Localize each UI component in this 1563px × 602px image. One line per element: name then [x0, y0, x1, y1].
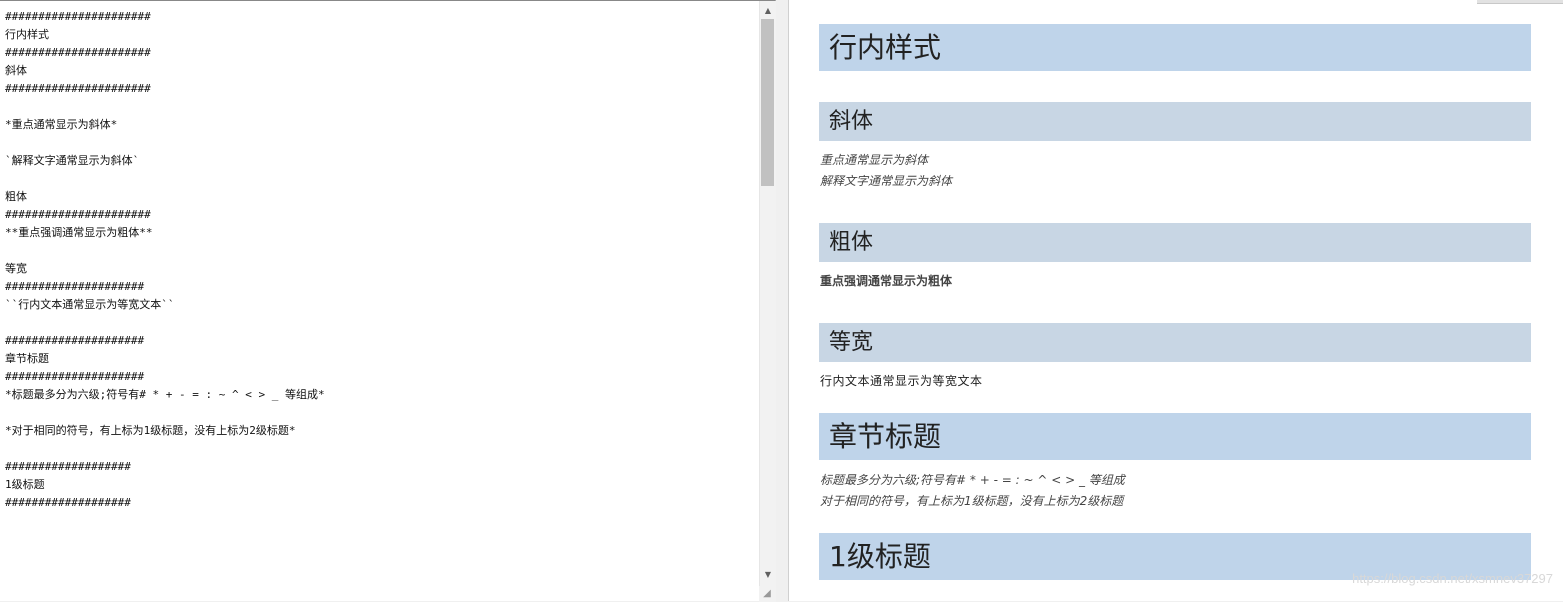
mono-paragraph: 行内文本通常显示为等宽文本	[820, 371, 983, 392]
editor-line[interactable]: 粗体	[5, 188, 755, 206]
editor-line[interactable]: *重点通常显示为斜体*	[5, 116, 755, 134]
heading-monospace: 等宽	[819, 323, 1531, 362]
editor-line[interactable]: 斜体	[5, 62, 755, 80]
italic-interpreted-text: 解释文字通常显示为斜体	[820, 174, 953, 188]
bold-paragraph: 重点强调通常显示为粗体	[820, 271, 952, 292]
editor-line[interactable]: ######################	[5, 206, 755, 224]
editor-line[interactable]	[5, 170, 755, 188]
heading-bold: 粗体	[819, 223, 1531, 262]
editor-line[interactable]: #####################	[5, 278, 755, 296]
scroll-down-icon[interactable]: ▼	[760, 567, 776, 583]
editor-line[interactable]: 等宽	[5, 260, 755, 278]
editor-line[interactable]: ######################	[5, 8, 755, 26]
editor-line[interactable]: *对于相同的符号，有上标为1级标题，没有上标为2级标题*	[5, 422, 755, 440]
editor-line[interactable]: 行内样式	[5, 26, 755, 44]
editor-line[interactable]: #####################	[5, 368, 755, 386]
scroll-thumb[interactable]	[761, 19, 774, 186]
heading-inline-style: 行内样式	[819, 24, 1531, 71]
editor-line[interactable]	[5, 98, 755, 116]
editor-line[interactable]: 1级标题	[5, 476, 755, 494]
editor-line[interactable]	[5, 314, 755, 332]
mono-literal-text: 行内文本通常显示为等宽文本	[820, 374, 983, 388]
italic-emphasis-text: 重点通常显示为斜体	[820, 153, 929, 167]
scroll-up-icon[interactable]: ▲	[760, 3, 776, 19]
source-editor[interactable]: ###################### 行内样式 ##############…	[0, 0, 776, 602]
editor-line[interactable]	[5, 242, 755, 260]
editor-line[interactable]: ######################	[5, 44, 755, 62]
section-paragraph: 标题最多分为六级;符号有# * + - = : ~ ^ < > _ 等组成 对于…	[820, 470, 1125, 512]
editor-content[interactable]: ###################### 行内样式 ##############…	[5, 8, 755, 512]
editor-line[interactable]	[5, 440, 755, 458]
preview-topbar	[1477, 0, 1563, 4]
editor-line[interactable]: ``行内文本通常显示为等宽文本``	[5, 296, 755, 314]
editor-line[interactable]: ###################	[5, 458, 755, 476]
rendered-preview: 行内样式 斜体 重点通常显示为斜体 解释文字通常显示为斜体 粗体 重点强调通常显…	[788, 0, 1563, 601]
italic-paragraph: 重点通常显示为斜体 解释文字通常显示为斜体	[820, 150, 952, 192]
editor-line[interactable]: ######################	[5, 80, 755, 98]
editor-line[interactable]: **重点强调通常显示为粗体**	[5, 224, 755, 242]
section-levels-text: 标题最多分为六级;符号有# * + - = : ~ ^ < > _ 等组成	[820, 473, 1125, 487]
editor-line[interactable]	[5, 404, 755, 422]
editor-line[interactable]: *标题最多分为六级;符号有# * + - = : ~ ^ < > _ 等组成*	[5, 386, 755, 404]
editor-line[interactable]: `解释文字通常显示为斜体`	[5, 152, 755, 170]
editor-line[interactable]	[5, 134, 755, 152]
editor-scrollbar[interactable]: ▲ ▼	[759, 1, 776, 602]
editor-line[interactable]: #####################	[5, 332, 755, 350]
pane-divider[interactable]	[776, 0, 788, 601]
watermark: https://blog.csdn.net/xsmnev37297	[1352, 571, 1553, 586]
heading-section-title: 章节标题	[819, 413, 1531, 460]
heading-italic: 斜体	[819, 102, 1531, 141]
section-overline-text: 对于相同的符号，有上标为1级标题，没有上标为2级标题	[820, 494, 1124, 508]
editor-line[interactable]: ###################	[5, 494, 755, 512]
bold-strong-text: 重点强调通常显示为粗体	[820, 274, 953, 288]
editor-line[interactable]: 章节标题	[5, 350, 755, 368]
resize-grip-icon[interactable]: ◢	[759, 586, 775, 602]
